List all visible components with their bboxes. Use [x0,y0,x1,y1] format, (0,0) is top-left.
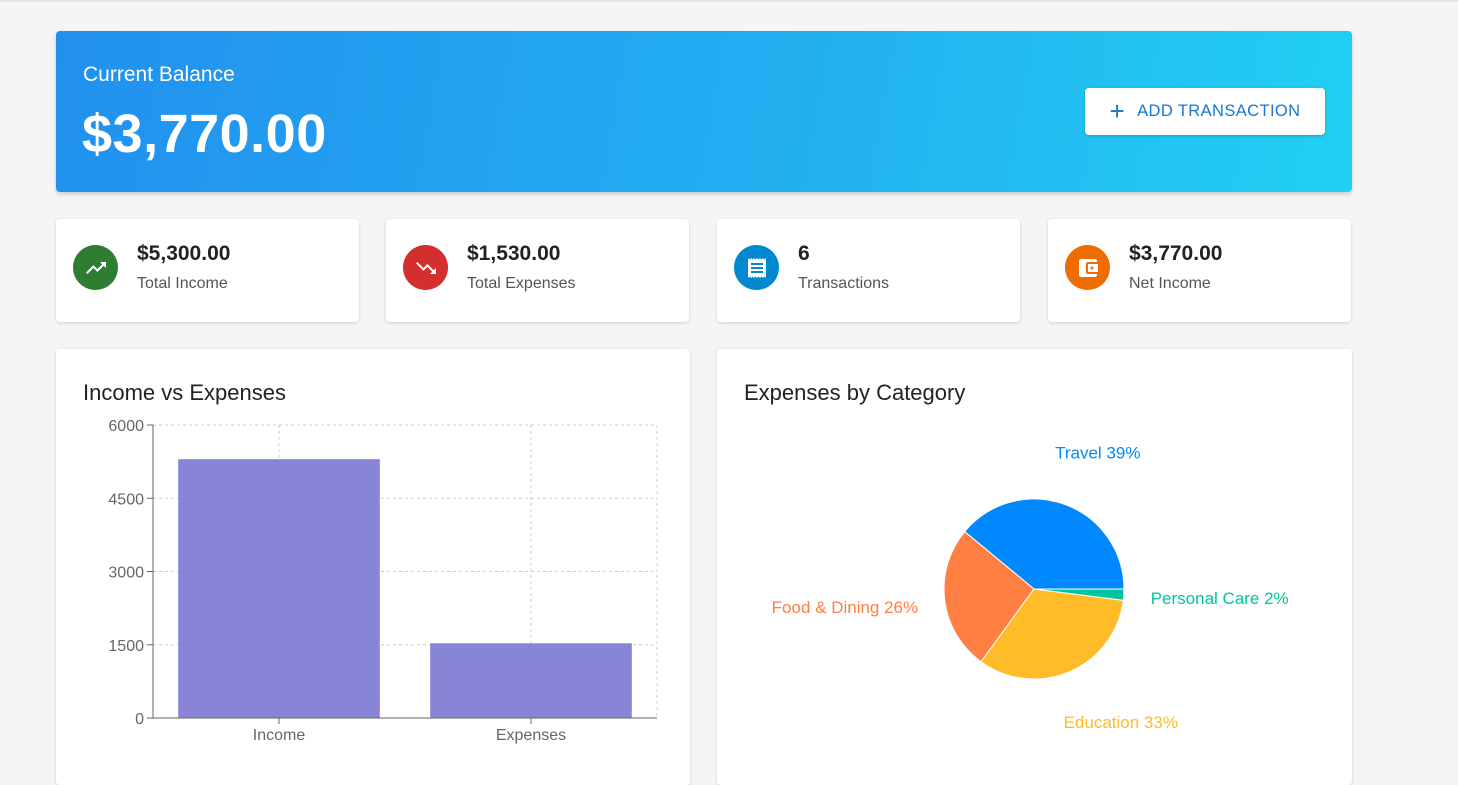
wallet-icon [1065,245,1110,290]
pie-chart: Travel 39% Food & Dining 26% Education 33%… [772,444,1289,733]
receipt-icon [734,245,779,290]
top-divider [0,0,1458,2]
stat-value: 6 [798,242,810,265]
income-vs-expenses-card: Income vs Expenses 0 1500 3000 4500 6000 Inco… [56,349,690,785]
stat-card-transactions: 6 Transactions [717,219,1020,322]
balance-label: Current Balance [83,63,235,86]
stat-card-total-expenses: $1,530.00 Total Expenses [386,219,689,322]
pie-slice-label: Travel 39% [1055,444,1140,463]
y-tick-label: 3000 [108,565,144,582]
y-tick-label: 0 [135,711,144,728]
expenses-by-category-card: Expenses by Category Travel 39% Food & Di… [717,349,1352,785]
add-transaction-button[interactable]: + ADD TRANSACTION [1085,88,1325,135]
plus-icon: + [1109,95,1126,126]
y-tick-label: 1500 [108,638,144,655]
stat-label: Total Income [137,275,228,292]
trending-down-icon [403,245,448,290]
balance-amount: $3,770.00 [82,104,327,164]
y-tick-label: 6000 [108,418,144,435]
stat-value: $3,770.00 [1129,242,1223,265]
balance-banner: Current Balance $3,770.00 + ADD TRANSACT… [56,31,1352,192]
bar[interactable] [430,643,632,718]
stat-label: Transactions [798,275,889,292]
x-tick-label: Expenses [496,727,566,744]
bar-chart: 0 1500 3000 4500 6000 Income Expenses [108,418,658,744]
bar[interactable] [178,459,380,718]
stat-value: $1,530.00 [467,242,561,265]
stat-value: $5,300.00 [137,242,231,265]
stat-label: Net Income [1129,275,1211,292]
add-transaction-label: ADD TRANSACTION [1137,102,1301,120]
trending-up-icon [73,245,118,290]
stat-card-total-income: $5,300.00 Total Income [56,219,359,322]
pie-slice-label: Education 33% [1064,713,1178,732]
y-tick-label: 4500 [108,491,144,508]
pie-slice-label: Food & Dining 26% [772,598,918,617]
x-tick-label: Income [253,727,306,744]
stat-label: Total Expenses [467,275,576,292]
pie-slice-label: Personal Care 2% [1151,589,1289,608]
stat-card-net-income: $3,770.00 Net Income [1048,219,1351,322]
